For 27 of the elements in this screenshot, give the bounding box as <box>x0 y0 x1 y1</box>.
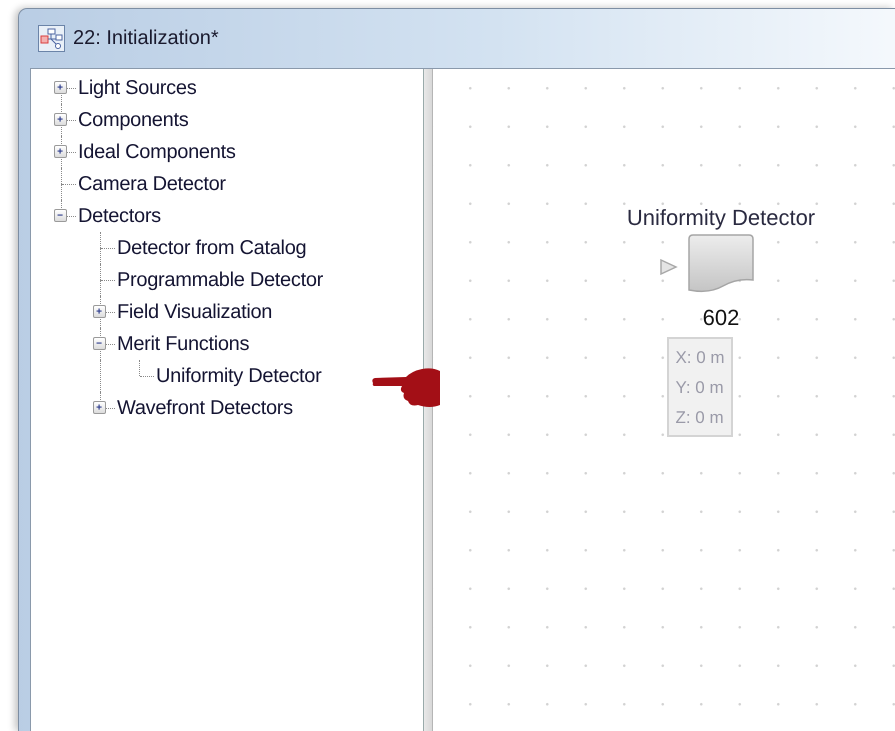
coordinate-label: Y: 0 m <box>675 377 725 399</box>
diagram-icon <box>38 25 65 52</box>
tree-item[interactable]: Wavefront Detectors <box>117 396 293 420</box>
expand-toggle[interactable] <box>93 305 106 318</box>
node-number: 602 <box>702 305 740 331</box>
tree-item[interactable]: Ideal Components <box>78 140 236 164</box>
coordinate-label: X: 0 m <box>675 347 725 369</box>
tree-item[interactable]: Light Sources <box>78 76 196 100</box>
tree-item[interactable]: Programmable Detector <box>117 268 324 292</box>
tree-item[interactable]: Components <box>78 108 188 132</box>
tree-item[interactable]: Field Visualization <box>117 300 272 324</box>
coordinate-label: Z: 0 m <box>675 407 725 429</box>
expand-toggle[interactable] <box>54 113 67 126</box>
tree-item[interactable]: Merit Functions <box>117 332 250 356</box>
expand-toggle[interactable] <box>54 145 67 158</box>
tree-item[interactable]: Detector from Catalog <box>117 236 306 260</box>
input-port-icon[interactable] <box>660 258 678 276</box>
expand-toggle[interactable] <box>93 401 106 414</box>
tree-item[interactable]: Uniformity Detector <box>156 364 322 388</box>
tree-item[interactable]: Detectors <box>78 204 161 228</box>
tree-item[interactable]: Camera Detector <box>78 172 226 196</box>
collapse-toggle[interactable] <box>93 337 106 350</box>
node-label: Uniformity Detector <box>626 205 816 231</box>
splitter[interactable] <box>424 69 433 731</box>
window-title: 22: Initialization* <box>73 27 219 50</box>
collapse-toggle[interactable] <box>54 209 67 222</box>
expand-toggle[interactable] <box>54 81 67 94</box>
